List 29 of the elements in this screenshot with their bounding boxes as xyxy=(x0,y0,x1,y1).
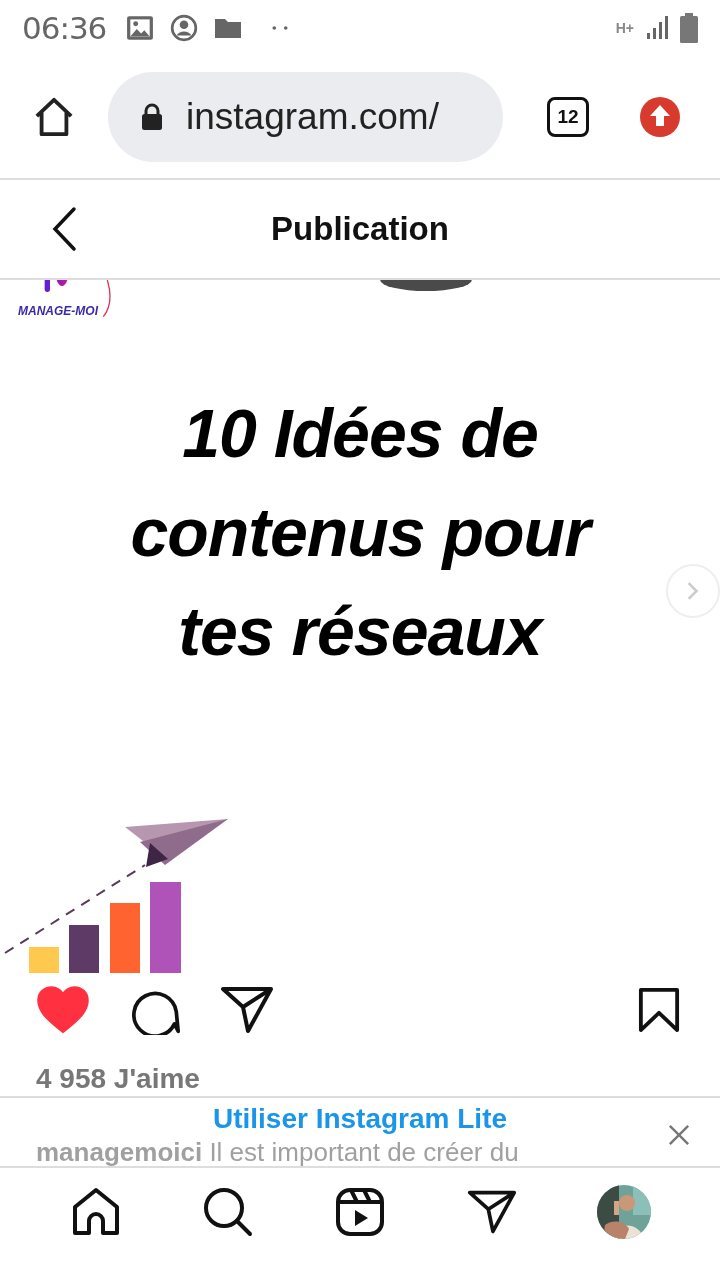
search-icon[interactable] xyxy=(203,1187,253,1237)
slide-title-line: 10 Idées de xyxy=(182,394,538,473)
network-type: H+ xyxy=(615,20,634,36)
tab-switcher[interactable]: 12 xyxy=(547,97,589,137)
account-icon xyxy=(170,14,199,42)
logo-text: MANAGE-MOI xyxy=(18,304,100,318)
lock-icon xyxy=(140,103,164,131)
more-icon xyxy=(272,25,289,31)
like-count: 4 958 J'aime xyxy=(36,1064,201,1094)
image-icon xyxy=(126,14,155,42)
back-icon[interactable] xyxy=(50,206,78,252)
reels-icon[interactable] xyxy=(335,1187,385,1237)
page-title: Publication xyxy=(271,210,449,248)
like-icon[interactable] xyxy=(36,985,90,1035)
bar xyxy=(29,947,59,973)
address-bar[interactable]: instagram.com/ xyxy=(108,72,503,162)
bookmark-icon[interactable] xyxy=(638,987,680,1033)
home-icon[interactable] xyxy=(33,96,75,138)
chevron-icon xyxy=(686,580,700,602)
upload-icon[interactable] xyxy=(639,96,681,138)
bar xyxy=(110,903,140,973)
bar xyxy=(69,925,99,973)
close-icon[interactable] xyxy=(668,1124,690,1146)
status-time: 06:36 xyxy=(22,10,107,46)
post-caption: managemoici Il est important de créer du xyxy=(36,1140,520,1164)
share-icon[interactable] xyxy=(220,985,274,1035)
battery-icon xyxy=(680,13,698,43)
signal-icon xyxy=(646,15,670,41)
home-icon[interactable] xyxy=(71,1187,121,1237)
